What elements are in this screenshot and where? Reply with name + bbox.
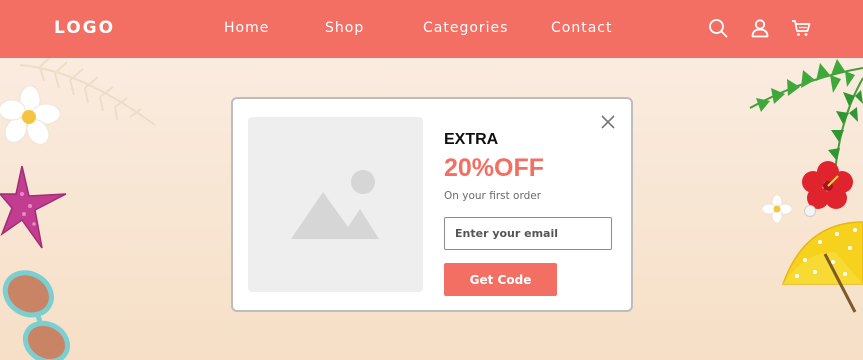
- sunglasses-icon: [2, 270, 71, 360]
- user-icon[interactable]: [750, 18, 770, 38]
- plumeria-flower-icon: [0, 86, 60, 145]
- nav-item-contact[interactable]: Contact: [551, 20, 612, 36]
- search-icon[interactable]: [708, 18, 728, 38]
- offer-text: 20%OFF: [444, 154, 545, 182]
- starfish-icon: [0, 165, 67, 249]
- logo[interactable]: LOGO: [54, 18, 115, 38]
- get-code-button[interactable]: Get Code: [444, 263, 557, 296]
- top-nav-bar: LOGO Home Shop Categories Contact: [0, 0, 863, 58]
- image-placeholder: [248, 117, 423, 292]
- cart-icon[interactable]: [791, 18, 811, 38]
- nav-item-home[interactable]: Home: [224, 20, 269, 36]
- offer-subtext: On your first order: [444, 190, 542, 202]
- nav-item-categories[interactable]: Categories: [423, 20, 508, 36]
- close-icon[interactable]: [600, 114, 616, 130]
- beach-umbrella-icon: [781, 221, 863, 313]
- popup-headline: EXTRA: [444, 131, 499, 148]
- email-input[interactable]: [444, 217, 612, 250]
- nav-item-shop[interactable]: Shop: [325, 20, 364, 36]
- hibiscus-flower-icon: [802, 161, 853, 209]
- discount-popup: EXTRA 20%OFF On your first order Get Cod…: [231, 97, 633, 312]
- image-placeholder-icon: [291, 170, 379, 239]
